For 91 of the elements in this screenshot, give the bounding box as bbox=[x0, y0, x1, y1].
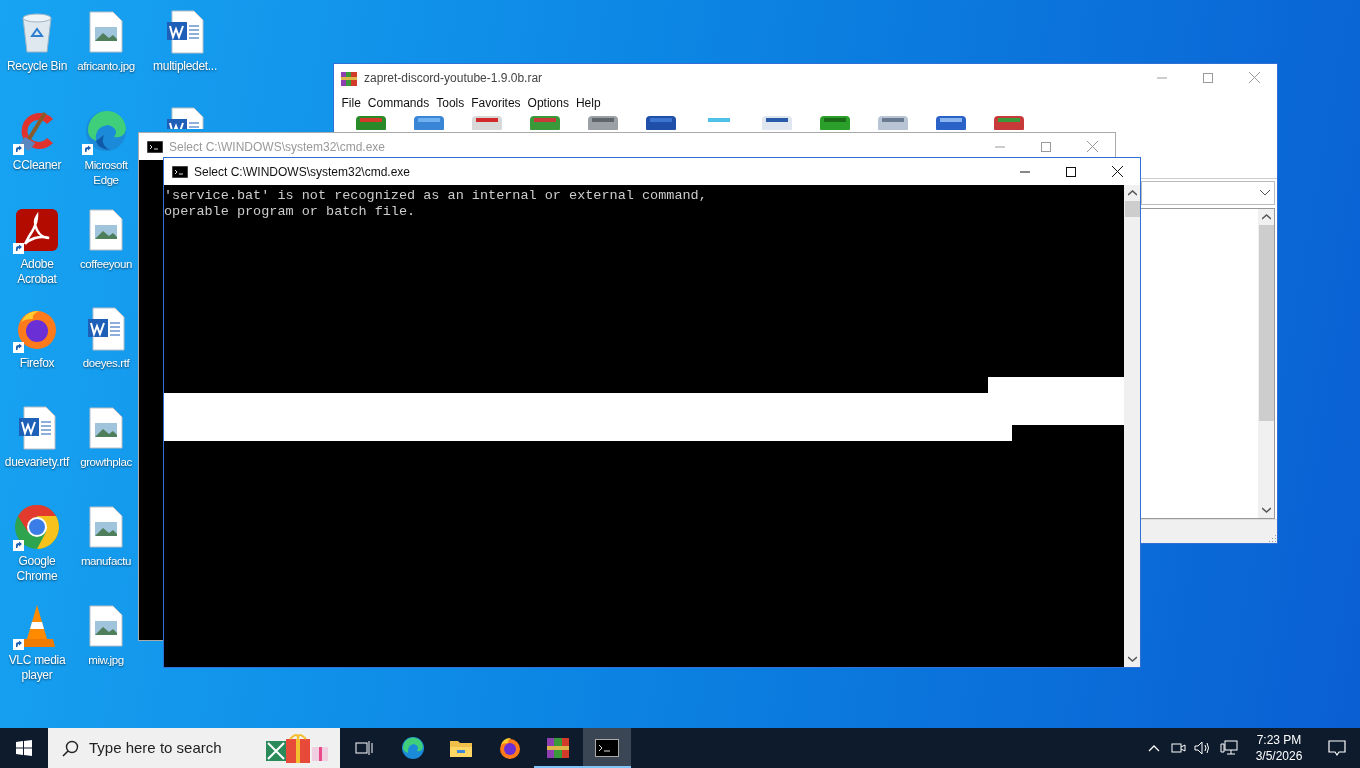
menu-item[interactable]: Options bbox=[524, 94, 573, 112]
close-icon bbox=[1248, 72, 1260, 83]
scrollbar[interactable] bbox=[1258, 209, 1274, 518]
desktop-icon-label[interactable]: coffeeyoun bbox=[79, 257, 133, 272]
shield-icon[interactable] bbox=[934, 116, 968, 130]
network-icon[interactable] bbox=[1220, 740, 1238, 756]
task-view-icon bbox=[355, 740, 374, 756]
drive-icon[interactable] bbox=[876, 116, 910, 130]
desktop-icon-label[interactable]: doeyes.rtf bbox=[82, 356, 130, 371]
resize-grip-icon[interactable] bbox=[1267, 533, 1277, 543]
book-icon[interactable] bbox=[528, 116, 562, 130]
maximize-icon bbox=[1066, 166, 1076, 177]
close-icon bbox=[1086, 141, 1098, 152]
fox-globe-logo-icon bbox=[497, 736, 522, 760]
shortcut-arrow-icon bbox=[13, 342, 24, 353]
console-icon bbox=[594, 739, 619, 757]
scroll-thumb[interactable] bbox=[1258, 225, 1274, 421]
desktop-icon-label[interactable]: Recycle Bin bbox=[6, 59, 68, 74]
tool-icon[interactable] bbox=[586, 116, 620, 130]
shortcut-arrow-icon bbox=[13, 144, 24, 155]
globe-icon[interactable] bbox=[644, 116, 678, 130]
browser-logo-icon bbox=[400, 736, 425, 760]
shortcut-arrow-icon bbox=[82, 144, 93, 155]
console-icon bbox=[172, 165, 188, 178]
desktop-icon-label[interactable]: Microsoft Edge bbox=[74, 158, 138, 188]
menu-item[interactable]: Tools bbox=[432, 94, 468, 112]
minimize-icon bbox=[1157, 76, 1167, 79]
case-icon[interactable] bbox=[470, 116, 504, 130]
scroll-thumb[interactable] bbox=[1124, 201, 1140, 217]
windows-logo-icon bbox=[16, 740, 32, 756]
folder-icon bbox=[449, 738, 474, 758]
archive-books-icon bbox=[341, 69, 357, 86]
desktop-icon-label[interactable]: VLC media player bbox=[0, 653, 74, 683]
search-field[interactable]: Type here to search bbox=[48, 728, 340, 768]
info-icon[interactable] bbox=[760, 116, 794, 130]
image-file-icon bbox=[89, 407, 123, 449]
maximize-icon bbox=[1041, 141, 1051, 152]
image-file-icon bbox=[89, 11, 123, 53]
console-icon bbox=[147, 140, 163, 153]
close-icon bbox=[1111, 166, 1123, 177]
search-icon bbox=[62, 739, 79, 757]
image-file-icon bbox=[89, 605, 123, 647]
taskbar-app-button[interactable] bbox=[582, 728, 631, 768]
minimize-icon bbox=[1020, 170, 1030, 173]
desktop-icon-label[interactable]: duevariety.rtf bbox=[4, 455, 70, 470]
chevron-down-icon bbox=[1260, 190, 1270, 196]
notification-icon[interactable] bbox=[1328, 739, 1346, 757]
clock-date[interactable]: 3/5/2026 bbox=[1255, 748, 1303, 764]
browser-logo-icon bbox=[84, 109, 128, 153]
chrome-logo-icon bbox=[14, 504, 60, 550]
image-file-icon bbox=[89, 209, 123, 251]
window-title: Select C:\WINDOWS\system32\cmd.exe bbox=[194, 163, 411, 181]
desktop-icon-label[interactable]: miw.jpg bbox=[88, 653, 124, 668]
desktop-icon-label[interactable]: africanto.jpg bbox=[77, 59, 135, 74]
desktop-icon-label[interactable]: CCleaner bbox=[12, 158, 62, 173]
desktop-icon-label[interactable]: growthplac bbox=[80, 455, 132, 470]
menu-item[interactable]: File bbox=[338, 94, 365, 112]
scrollbar[interactable] bbox=[1124, 185, 1140, 667]
word-document-icon bbox=[18, 406, 56, 450]
shortcut-arrow-icon bbox=[13, 639, 24, 650]
menu-item[interactable]: Help bbox=[572, 94, 605, 112]
shortcut-arrow-icon bbox=[13, 540, 24, 551]
desktop-icon-label[interactable]: multipledet... bbox=[153, 59, 217, 74]
search-input[interactable]: Type here to search bbox=[89, 736, 249, 760]
menu-item[interactable]: Commands bbox=[364, 94, 433, 112]
books-icon[interactable] bbox=[992, 116, 1026, 130]
window-title: zapret-discord-youtube-1.9.0b.rar bbox=[364, 69, 544, 87]
word-document-icon bbox=[87, 307, 125, 351]
books-icon[interactable] bbox=[354, 116, 388, 130]
gift-boxes-icon bbox=[264, 733, 330, 763]
pdf-reader-logo-icon bbox=[15, 208, 59, 252]
desktop-icon-label[interactable]: Adobe Acrobat bbox=[0, 257, 74, 287]
shortcut-arrow-icon bbox=[13, 243, 24, 254]
console-line: 'service.bat' is not recognized as an internal or external command, bbox=[164, 188, 707, 204]
clock-time[interactable]: 7:23 PM bbox=[1256, 732, 1302, 748]
maximize-icon bbox=[1203, 72, 1213, 83]
desktop-icon-label[interactable]: manufactu bbox=[80, 554, 132, 569]
desktop-icon-label[interactable]: Firefox bbox=[19, 356, 55, 371]
menu-item[interactable]: Favorites bbox=[467, 94, 525, 112]
archive-books-icon bbox=[546, 736, 571, 760]
speaker-icon[interactable] bbox=[1194, 740, 1212, 756]
window-title: Select C:\WINDOWS\system32\cmd.exe bbox=[169, 138, 386, 156]
word-document-icon bbox=[166, 10, 204, 54]
minimize-icon bbox=[995, 145, 1005, 148]
console-line: operable program or batch file. bbox=[164, 204, 416, 220]
folder-icon[interactable] bbox=[412, 116, 446, 130]
chevron-up-icon[interactable] bbox=[1148, 744, 1160, 752]
clock-icon[interactable] bbox=[818, 116, 852, 130]
image-file-icon bbox=[89, 506, 123, 548]
camera-icon[interactable] bbox=[1170, 740, 1186, 756]
desktop-icon-label[interactable]: Google Chrome bbox=[0, 554, 74, 584]
